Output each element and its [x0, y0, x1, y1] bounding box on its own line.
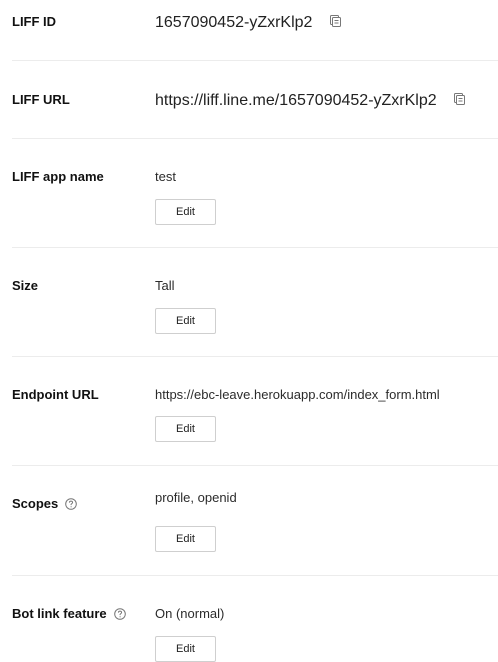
liff-id-value-group: 1657090452-yZxrKlp2 — [155, 14, 341, 32]
liff-url-label: LIFF URL — [12, 92, 70, 107]
bot-link-label-group: Bot link feature — [12, 606, 126, 621]
liff-settings-panel: LIFF ID 1657090452-yZxrKlp2 LIFF URL htt… — [0, 0, 498, 662]
endpoint-url-label: Endpoint URL — [12, 387, 99, 402]
size-edit-button[interactable]: Edit — [155, 308, 216, 334]
size-value: Tall — [155, 278, 175, 293]
bot-link-edit-button[interactable]: Edit — [155, 636, 216, 662]
help-circle-icon[interactable] — [65, 497, 78, 510]
divider — [12, 247, 498, 248]
help-circle-icon[interactable] — [113, 607, 126, 620]
divider — [12, 465, 498, 466]
liff-url-value: https://liff.line.me/1657090452-yZxrKlp2 — [155, 92, 437, 109]
scopes-edit-button[interactable]: Edit — [155, 526, 216, 552]
liff-id-label: LIFF ID — [12, 14, 57, 29]
bot-link-value: On (normal) — [155, 606, 225, 621]
scopes-label: Scopes — [12, 496, 59, 511]
app-name-value: test — [155, 169, 176, 184]
copy-icon[interactable] — [329, 15, 341, 27]
endpoint-url-value: https://ebc-leave.herokuapp.com/index_fo… — [155, 387, 440, 402]
divider — [12, 356, 498, 357]
app-name-label: LIFF app name — [12, 169, 104, 184]
scopes-label-group: Scopes — [12, 496, 78, 511]
endpoint-url-edit-button[interactable]: Edit — [155, 416, 216, 442]
bot-link-label: Bot link feature — [12, 606, 107, 621]
scopes-value: profile, openid — [155, 490, 237, 505]
liff-url-value-group: https://liff.line.me/1657090452-yZxrKlp2 — [155, 92, 466, 110]
divider — [12, 138, 498, 139]
size-label: Size — [12, 278, 39, 293]
copy-icon[interactable] — [454, 93, 466, 105]
divider — [12, 575, 498, 576]
app-name-edit-button[interactable]: Edit — [155, 199, 216, 225]
liff-id-value: 1657090452-yZxrKlp2 — [155, 14, 313, 31]
divider — [12, 60, 498, 61]
